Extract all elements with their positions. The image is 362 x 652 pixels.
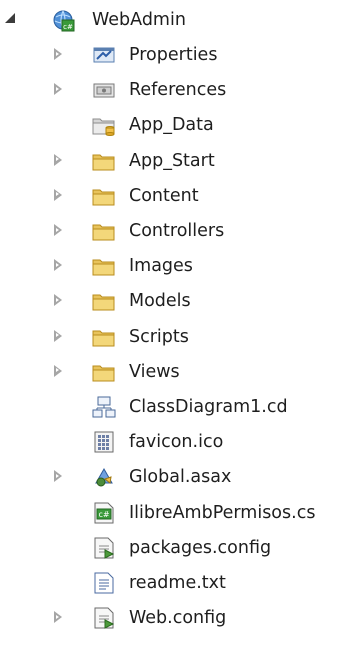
- global-asax-icon: [91, 465, 117, 489]
- folder-icon: [91, 149, 117, 173]
- config-file-icon: [91, 536, 117, 560]
- tree-node[interactable]: Views: [0, 354, 362, 389]
- expand-arrow-icon[interactable]: [52, 81, 66, 97]
- collapse-arrow-icon[interactable]: [4, 11, 18, 27]
- tree-node[interactable]: Images: [0, 248, 362, 283]
- folder-icon: [91, 184, 117, 208]
- tree-node-label[interactable]: Content: [129, 185, 199, 207]
- tree-node-label[interactable]: Web.config: [129, 607, 226, 629]
- expand-arrow-icon[interactable]: [52, 46, 66, 62]
- tree-node[interactable]: ClassDiagram1.cd: [0, 389, 362, 424]
- expand-arrow-icon[interactable]: [52, 187, 66, 203]
- tree-node-label[interactable]: Images: [129, 255, 193, 277]
- tree-node-project[interactable]: c# WebAdmin: [0, 2, 362, 37]
- svg-text:c#: c#: [63, 23, 73, 31]
- tree-node-label[interactable]: Global.asax: [129, 466, 231, 488]
- text-file-icon: [91, 571, 117, 595]
- csharp-web-project-icon: c#: [50, 8, 76, 32]
- expand-arrow-icon[interactable]: [52, 328, 66, 344]
- svg-text:c#: c#: [98, 510, 109, 519]
- tree-node-label[interactable]: Views: [129, 361, 180, 383]
- project-name[interactable]: WebAdmin: [92, 9, 186, 31]
- tree-node[interactable]: favicon.ico: [0, 424, 362, 459]
- tree-node[interactable]: Controllers: [0, 213, 362, 248]
- expand-arrow-icon[interactable]: [52, 292, 66, 308]
- expand-arrow-icon[interactable]: [52, 257, 66, 273]
- folder-icon: [91, 360, 117, 384]
- tree-node[interactable]: Global.asax: [0, 459, 362, 494]
- tree-node[interactable]: App_Data: [0, 107, 362, 142]
- tree-node-label[interactable]: IlibreAmbPermisos.cs: [129, 502, 315, 524]
- tree-node[interactable]: Properties: [0, 37, 362, 72]
- folder-icon: [91, 325, 117, 349]
- tree-node[interactable]: References: [0, 72, 362, 107]
- expand-arrow-icon[interactable]: [52, 363, 66, 379]
- folder-icon: [91, 289, 117, 313]
- folder-icon: [91, 254, 117, 278]
- tree-node[interactable]: Content: [0, 178, 362, 213]
- class-diagram-icon: [91, 395, 117, 419]
- expand-arrow-icon[interactable]: [52, 468, 66, 484]
- tree-node[interactable]: c# IlibreAmbPermisos.cs: [0, 495, 362, 530]
- tree-node[interactable]: Web.config: [0, 600, 362, 635]
- expand-arrow-icon[interactable]: [52, 152, 66, 168]
- tree-node-label[interactable]: packages.config: [129, 537, 271, 559]
- tree-node-label[interactable]: Scripts: [129, 326, 189, 348]
- tree-node-label[interactable]: App_Data: [129, 114, 214, 136]
- tree-node-label[interactable]: ClassDiagram1.cd: [129, 396, 288, 418]
- tree-node[interactable]: packages.config: [0, 530, 362, 565]
- tree-node-label[interactable]: Controllers: [129, 220, 224, 242]
- icon-file-icon: [91, 430, 117, 454]
- tree-node-label[interactable]: favicon.ico: [129, 431, 223, 453]
- expand-arrow-icon[interactable]: [52, 222, 66, 238]
- tree-node-label[interactable]: Models: [129, 290, 191, 312]
- tree-node-label[interactable]: Properties: [129, 44, 217, 66]
- solution-explorer-tree: c# WebAdmin Properties References App_Data…: [0, 0, 362, 652]
- references-icon: [91, 78, 117, 102]
- tree-node[interactable]: App_Start: [0, 143, 362, 178]
- csharp-file-icon: c#: [91, 501, 117, 525]
- tree-node[interactable]: readme.txt: [0, 565, 362, 600]
- tree-node[interactable]: Models: [0, 283, 362, 318]
- tree-node-label[interactable]: References: [129, 79, 226, 101]
- folder-icon: [91, 219, 117, 243]
- tree-node-label[interactable]: App_Start: [129, 150, 215, 172]
- expand-arrow-icon[interactable]: [52, 609, 66, 625]
- tree-node-label[interactable]: readme.txt: [129, 572, 226, 594]
- special-folder-icon: [91, 113, 117, 137]
- tree-node[interactable]: Scripts: [0, 319, 362, 354]
- properties-icon: [91, 43, 117, 67]
- config-file-icon: [91, 606, 117, 630]
